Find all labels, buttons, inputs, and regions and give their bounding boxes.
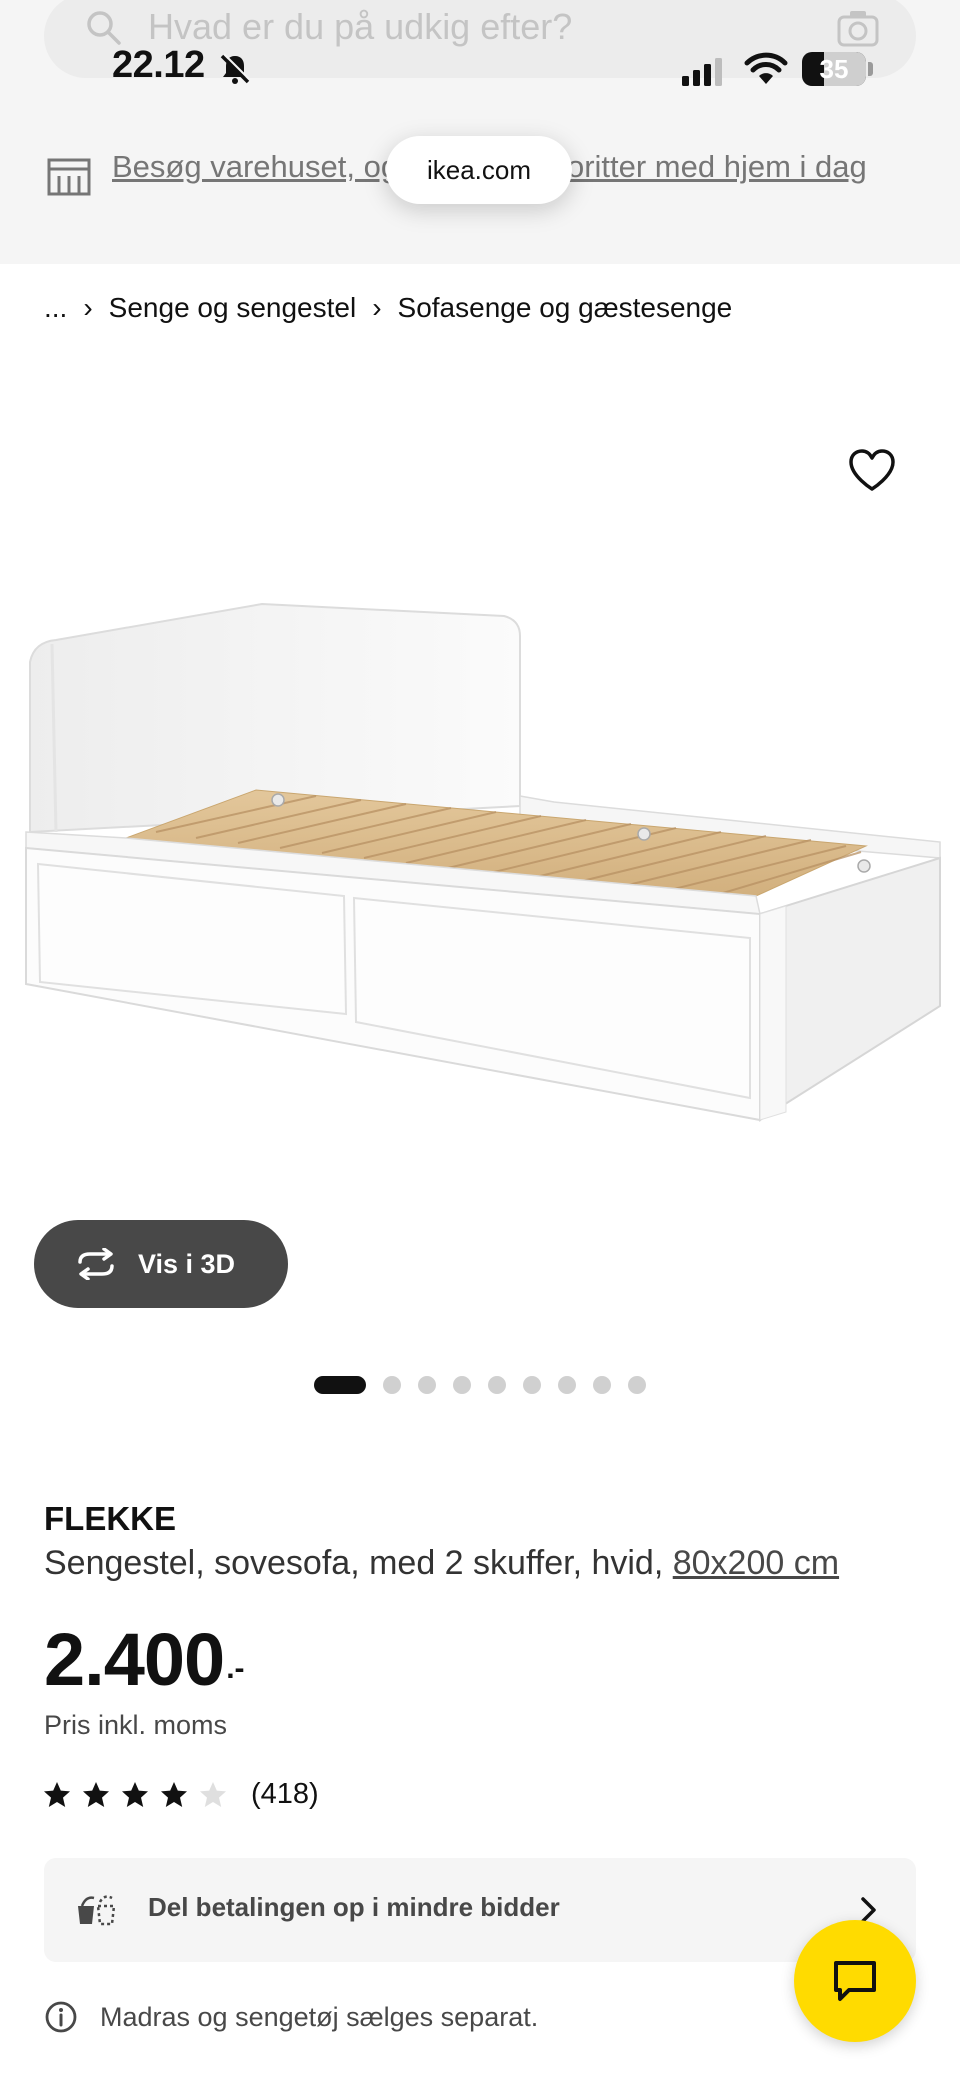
gallery-dot[interactable] <box>593 1376 611 1394</box>
store-icon <box>47 158 91 196</box>
product-image <box>25 602 941 1122</box>
heart-icon[interactable] <box>846 446 898 494</box>
star-filled-icon <box>44 1781 70 1807</box>
gallery-dot[interactable] <box>418 1376 436 1394</box>
store-banner: Besøg varehuset, og tag dine favoritter … <box>0 118 960 264</box>
product-name: FLEKKE <box>44 1500 176 1537</box>
cellular-signal-icon <box>682 58 722 86</box>
price-note: Pris inkl. moms <box>44 1710 228 1740</box>
search-placeholder: Hvad er du på udkig efter? <box>148 6 573 47</box>
gallery-dot[interactable] <box>523 1376 541 1394</box>
gallery-dot-active[interactable] <box>314 1376 366 1394</box>
chat-button[interactable] <box>794 1920 916 2042</box>
view-3d-label: Vis i 3D <box>138 1248 236 1279</box>
rating-stars <box>42 1780 237 1810</box>
camera-icon[interactable] <box>836 8 880 48</box>
star-empty-icon <box>200 1781 226 1807</box>
installment-payment-row[interactable]: Del betalingen op i mindre bidder <box>44 1858 916 1962</box>
breadcrumb-separator: › <box>83 292 93 323</box>
gallery-pagination <box>314 1376 663 1394</box>
gallery-dot[interactable] <box>488 1376 506 1394</box>
wifi-icon <box>744 52 788 84</box>
gallery-dot[interactable] <box>628 1376 646 1394</box>
star-filled-icon <box>83 1781 109 1807</box>
breadcrumb-item-beds[interactable]: Senge og sengestel <box>109 292 357 324</box>
product-size-link[interactable]: 80x200 cm <box>673 1544 839 1582</box>
gallery-dot[interactable] <box>558 1376 576 1394</box>
price-value: 2.400 <box>44 1618 225 1701</box>
view-3d-button[interactable]: Vis i 3D <box>34 1220 288 1308</box>
battery-icon: 35 <box>802 52 866 86</box>
breadcrumb-item-more[interactable]: ... <box>44 292 67 324</box>
breadcrumb-separator: › <box>372 292 382 323</box>
battery-level: 35 <box>819 54 849 84</box>
breadcrumb: ... › Senge og sengestel › Sofasenge og … <box>44 292 732 324</box>
search-icon <box>87 11 121 45</box>
top-header: Hvad er du på udkig efter? 22.12 35 <box>0 0 960 118</box>
product-notice: Madras og sengetøj sælges separat. <box>44 2000 538 2034</box>
browser-url-pill[interactable]: ikea.com <box>386 136 572 204</box>
breadcrumb-item-sofa-beds[interactable]: Sofasenge og gæstesenge <box>398 292 733 324</box>
bell-muted-icon <box>220 53 251 84</box>
review-count: (418) <box>251 1778 319 1810</box>
price-suffix: .- <box>226 1652 245 1685</box>
star-filled-icon <box>122 1781 148 1807</box>
gallery-dot[interactable] <box>453 1376 471 1394</box>
notice-text: Madras og sengetøj sælges separat. <box>100 2001 539 2032</box>
installment-payment-label: Del betalingen op i mindre bidder <box>148 1892 560 1922</box>
chat-icon <box>834 1961 876 2001</box>
rotate-3d-icon <box>78 1248 114 1280</box>
browser-url: ikea.com <box>426 154 532 185</box>
product-description: Sengestel, sovesofa, med 2 skuffer, hvid… <box>44 1544 839 1583</box>
info-icon <box>45 2001 77 2033</box>
product-price: 2.400 .- <box>44 1620 245 1700</box>
payment-split-icon <box>78 1895 116 1926</box>
product-description-text: Sengestel, sovesofa, med 2 skuffer, hvid… <box>44 1544 673 1582</box>
product-rating[interactable]: (418) <box>42 1778 319 1811</box>
star-filled-icon <box>161 1781 187 1807</box>
battery-nub <box>868 62 873 76</box>
status-time: 22.12 <box>112 44 205 86</box>
gallery-dot[interactable] <box>383 1376 401 1394</box>
